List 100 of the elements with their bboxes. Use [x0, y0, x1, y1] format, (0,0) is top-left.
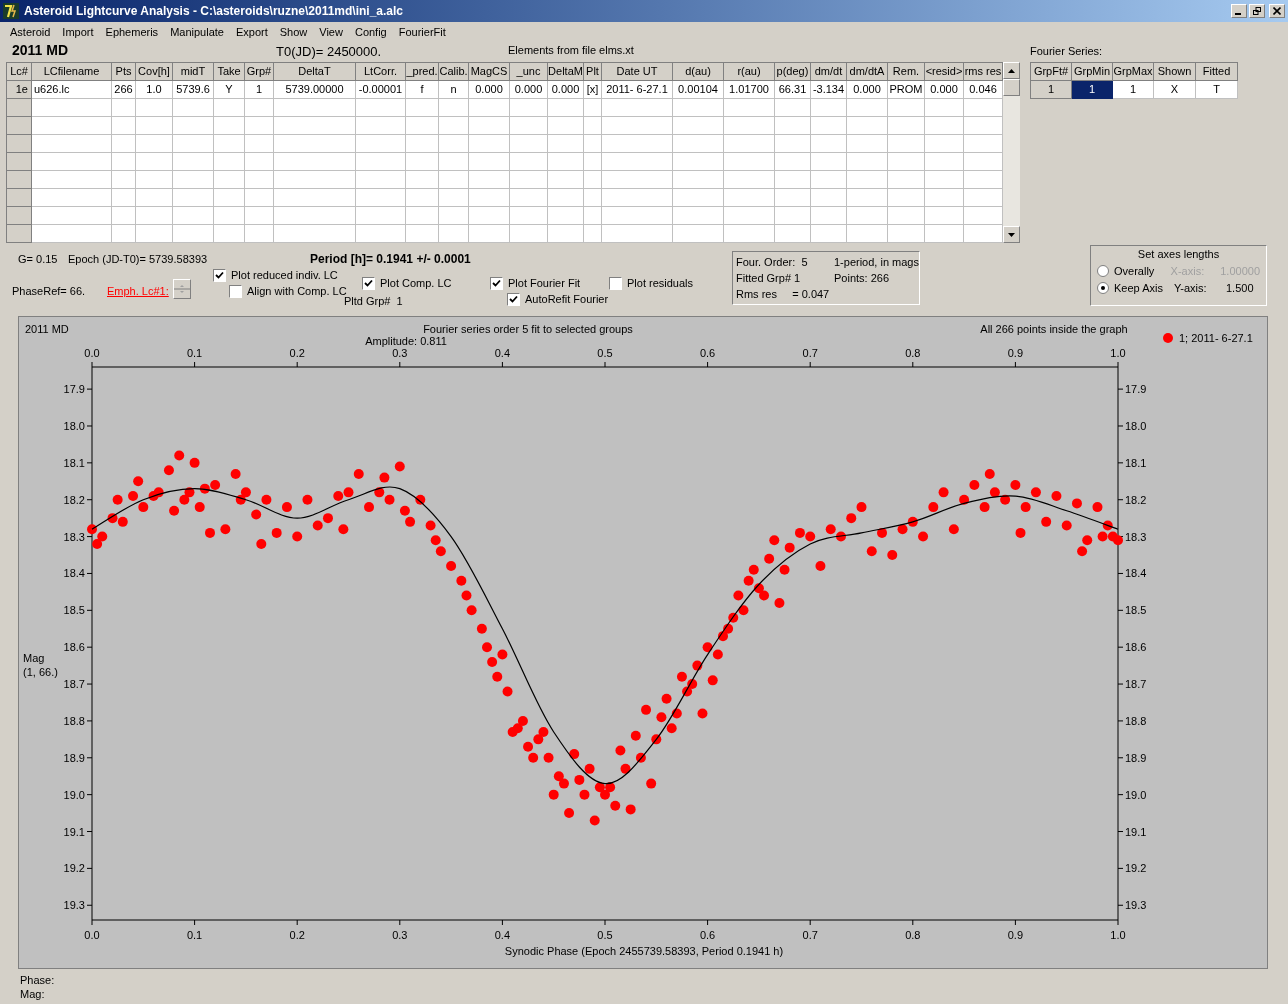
tick-label: 18.4	[63, 567, 85, 580]
column-header[interactable]: DeltaM	[547, 62, 584, 81]
column-header[interactable]: dm/dtA	[846, 62, 888, 81]
tick-label: 18.9	[1125, 751, 1147, 764]
checkbox[interactable]	[213, 268, 226, 282]
menu-item[interactable]: Asteroid	[10, 23, 51, 41]
column-header[interactable]: Cov[h]	[135, 62, 173, 81]
column-header[interactable]: DeltaT	[273, 62, 356, 81]
data-point	[184, 487, 195, 498]
column-header[interactable]: r(au)	[723, 62, 775, 81]
data-point	[687, 679, 698, 690]
radio-button[interactable]	[1097, 282, 1109, 294]
fit-info-text: Rms res = 0.047	[736, 287, 831, 302]
column-header[interactable]: Pts	[111, 62, 136, 81]
column-header[interactable]: d(au)	[672, 62, 724, 81]
menu-item[interactable]: Config	[354, 23, 387, 41]
column-header[interactable]: GrpMin	[1071, 62, 1113, 81]
column-header[interactable]: Lc#	[6, 62, 32, 81]
checkbox[interactable]	[507, 292, 520, 306]
checkbox[interactable]	[490, 276, 503, 290]
data-point	[656, 712, 667, 723]
menu-item[interactable]: Import	[62, 23, 94, 41]
column-header[interactable]: LCfilename	[31, 62, 112, 81]
minimize-button[interactable]	[1231, 4, 1247, 18]
menu-item[interactable]: Show	[279, 23, 308, 41]
restore-icon	[1253, 7, 1261, 15]
data-point	[1113, 535, 1123, 546]
data-point	[594, 782, 605, 793]
column-header[interactable]: Rem.	[887, 62, 925, 81]
column-header[interactable]: rms res	[963, 62, 1003, 81]
data-point	[928, 502, 939, 513]
vertical-scrollbar[interactable]	[1003, 62, 1020, 243]
column-header[interactable]: Take	[213, 62, 245, 81]
tick-label: 18.5	[63, 604, 85, 617]
checkbox[interactable]	[362, 276, 375, 290]
tick-label: 0.5	[597, 347, 613, 359]
menu-item[interactable]: FourierFit	[398, 23, 446, 41]
menu-item[interactable]: Export	[235, 23, 268, 41]
table-cell: 0.000	[509, 80, 548, 99]
column-header[interactable]: LtCorr.	[355, 62, 406, 81]
column-header[interactable]: _unc	[509, 62, 548, 81]
column-header[interactable]: Shown	[1153, 62, 1196, 81]
column-header[interactable]: Grp#	[244, 62, 274, 81]
table-cell: 1.01700	[723, 80, 775, 99]
menu-item[interactable]: Ephemeris	[105, 23, 159, 41]
tick-label: 0.4	[494, 347, 511, 359]
data-point	[702, 642, 713, 653]
data-point	[446, 561, 457, 572]
data-point	[112, 494, 123, 505]
data-point	[210, 479, 221, 490]
column-header[interactable]: dm/dt	[810, 62, 847, 81]
column-header[interactable]: GrpFt#	[1030, 62, 1072, 81]
data-point	[312, 520, 323, 531]
data-point	[528, 752, 539, 763]
data-point	[415, 494, 426, 505]
data-point	[281, 502, 292, 513]
tick-label: 0.3	[392, 929, 408, 941]
data-point	[502, 686, 513, 697]
phaseref-value: PhaseRef= 66.	[12, 285, 86, 297]
menu-item[interactable]: Manipulate	[170, 23, 224, 41]
radio-button[interactable]	[1097, 265, 1109, 277]
tick-label: 19.1	[1125, 825, 1147, 838]
tick-label: 0.9	[1007, 347, 1024, 359]
fourier-series-title: Fourier Series:	[1030, 43, 1103, 59]
column-header[interactable]: <resid>	[924, 62, 964, 81]
close-button[interactable]	[1269, 4, 1285, 18]
data-point	[169, 505, 180, 516]
scroll-thumb[interactable]	[1003, 79, 1020, 96]
data-point	[399, 505, 410, 516]
data-point	[948, 524, 959, 535]
checkbox[interactable]	[609, 276, 622, 290]
column-header[interactable]: midT	[172, 62, 214, 81]
menu-item[interactable]: View	[319, 23, 343, 41]
tick-label: 0.2	[289, 929, 305, 941]
column-header[interactable]: Calib.	[438, 62, 469, 81]
data-point	[117, 516, 128, 527]
data-point	[220, 524, 231, 535]
column-header[interactable]: Date UT	[601, 62, 673, 81]
data-point	[107, 513, 118, 524]
checkbox[interactable]	[229, 284, 242, 298]
data-point	[179, 494, 190, 505]
table-cell: 0.000	[547, 80, 584, 99]
data-point	[487, 656, 498, 667]
column-header[interactable]: MagCS	[468, 62, 510, 81]
column-header[interactable]: _pred.	[405, 62, 439, 81]
scroll-up-icon[interactable]	[1003, 62, 1020, 79]
scroll-down-icon[interactable]	[1003, 226, 1020, 243]
column-header[interactable]: p(deg)	[774, 62, 811, 81]
data-point	[482, 642, 492, 653]
elements-source: Elements from file elms.xt	[508, 42, 634, 58]
column-header[interactable]: Fitted	[1195, 62, 1238, 81]
column-header[interactable]: GrpMax	[1112, 62, 1154, 81]
table-cell: 1	[244, 80, 274, 99]
data-point	[825, 524, 836, 535]
data-point	[1020, 502, 1031, 513]
restore-button[interactable]	[1249, 4, 1265, 18]
spinner[interactable]	[172, 279, 191, 299]
tick-label: 0.9	[1007, 929, 1024, 941]
data-point	[651, 734, 662, 745]
tick-label: 18.5	[1125, 604, 1147, 617]
